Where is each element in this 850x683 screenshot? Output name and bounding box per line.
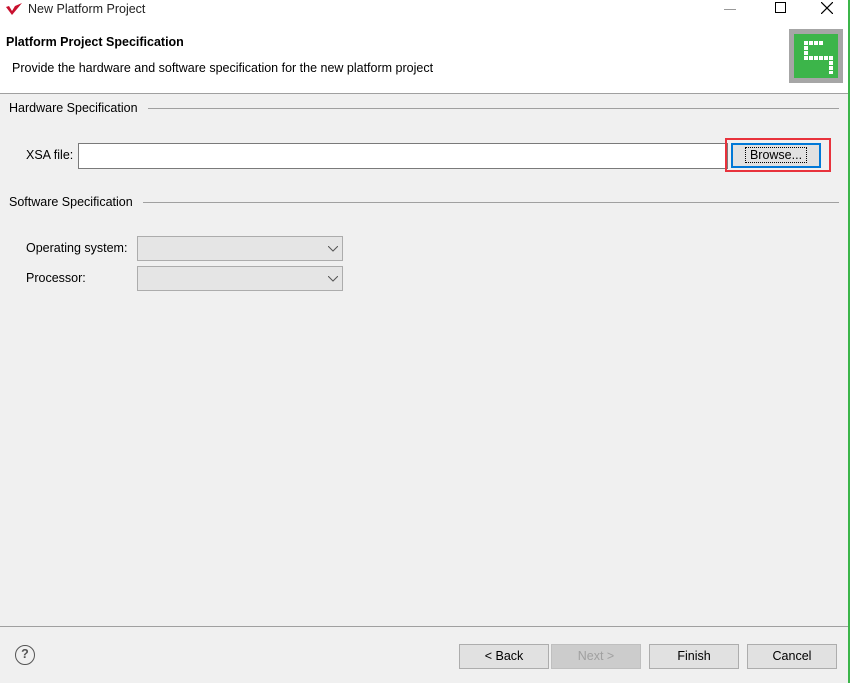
page-title: Platform Project Specification — [6, 35, 184, 49]
back-button[interactable]: < Back — [459, 644, 549, 669]
chevron-down-icon — [328, 246, 338, 252]
os-select[interactable] — [137, 236, 343, 261]
page-description: Provide the hardware and software specif… — [12, 61, 434, 75]
divider — [143, 202, 839, 203]
footer-divider — [0, 626, 850, 627]
xsa-file-input[interactable] — [78, 143, 728, 169]
software-group-label: Software Specification — [9, 195, 133, 209]
hardware-group-label: Hardware Specification — [9, 101, 138, 115]
xsa-file-label: XSA file: — [26, 148, 74, 162]
cancel-button[interactable]: Cancel — [747, 644, 837, 669]
processor-label: Processor: — [26, 271, 86, 285]
wizard-header: Platform Project Specification Provide t… — [0, 20, 850, 94]
close-icon[interactable] — [821, 2, 833, 14]
maximize-icon[interactable] — [775, 2, 786, 13]
minimize-icon[interactable] — [724, 9, 736, 10]
platform-wizard-icon — [789, 29, 843, 83]
finish-button[interactable]: Finish — [649, 644, 739, 669]
browse-label: Browse... — [744, 147, 808, 163]
os-label: Operating system: — [26, 241, 128, 255]
app-logo-icon — [6, 3, 22, 15]
help-icon[interactable]: ? — [15, 645, 35, 665]
browse-button[interactable]: Browse... — [731, 143, 821, 168]
chevron-down-icon — [328, 276, 338, 282]
divider — [148, 108, 839, 109]
next-button[interactable]: Next > — [551, 644, 641, 669]
processor-select[interactable] — [137, 266, 343, 291]
window-title: New Platform Project — [28, 2, 146, 16]
title-bar: New Platform Project — [0, 0, 850, 20]
